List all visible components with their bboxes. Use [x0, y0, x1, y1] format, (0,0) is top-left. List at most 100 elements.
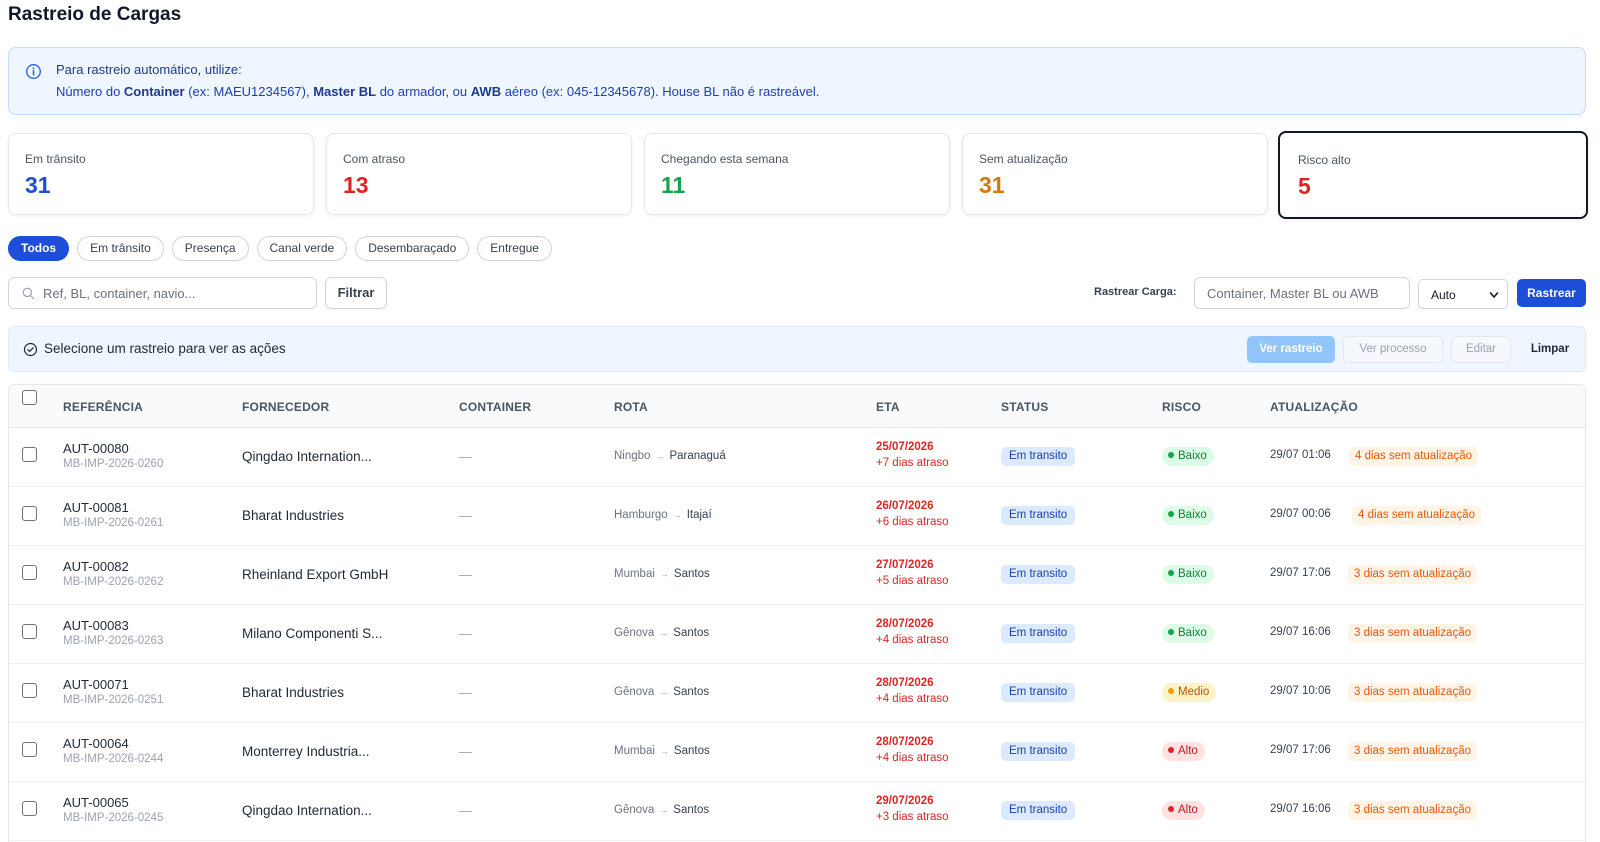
edit-button[interactable]: Editar	[1451, 336, 1511, 363]
selection-hint: Selecione um rastreio para ver as ações	[44, 341, 286, 356]
risk-badge: Medio	[1162, 683, 1217, 702]
master-bl: MB-IMP-2026-0261	[63, 517, 164, 529]
selection-action-bar: Selecione um rastreio para ver as ações …	[8, 326, 1586, 372]
row-checkbox[interactable]	[22, 624, 37, 639]
filter-chip-presence[interactable]: Presença	[171, 236, 249, 261]
table-row[interactable]: AUT-00064 MB-IMP-2026-0244 Monterrey Ind…	[9, 723, 1585, 782]
stat-value: 31	[25, 172, 51, 198]
view-process-button[interactable]: Ver processo	[1343, 336, 1443, 363]
route-destination: Itajaí	[686, 509, 712, 521]
status-badge: Em transito	[1001, 447, 1076, 466]
search-icon	[22, 287, 35, 300]
eta-date: 28/07/2026	[876, 618, 934, 630]
track-cargo-input[interactable]	[1194, 277, 1410, 309]
table-header: REFERÊNCIA FORNECEDOR CONTAINER ROTA ETA…	[9, 385, 1585, 428]
route-destination: Paranaguá	[669, 450, 726, 462]
eta-delay: +3 dias atraso	[876, 811, 949, 823]
container: —	[459, 626, 472, 641]
page-title: Rastreio de Cargas	[8, 4, 182, 25]
row-checkbox[interactable]	[22, 742, 37, 757]
risk-badge: Alto	[1162, 742, 1205, 761]
stale-badge: 4 dias sem atualização	[1352, 506, 1481, 525]
check-circle-icon	[23, 342, 38, 357]
stale-badge: 3 dias sem atualização	[1348, 801, 1477, 820]
master-bl: MB-IMP-2026-0251	[63, 694, 164, 706]
stat-value: 13	[343, 172, 369, 198]
status-filter-chips: Todos Em trânsito Presença Canal verde D…	[8, 236, 552, 261]
table-row[interactable]: AUT-00065 MB-IMP-2026-0245 Qingdao Inter…	[9, 782, 1585, 841]
row-checkbox[interactable]	[22, 683, 37, 698]
eta-date: 28/07/2026	[876, 736, 934, 748]
master-bl: MB-IMP-2026-0262	[63, 576, 164, 588]
reference: AUT-00080	[63, 441, 129, 456]
container: —	[459, 744, 472, 759]
route-origin: Ningbo	[614, 450, 651, 462]
eta-delay: +4 dias atraso	[876, 752, 949, 764]
eta-delay: +7 dias atraso	[876, 457, 949, 469]
route-origin: Mumbai	[614, 745, 655, 757]
stat-label: Sem atualização	[979, 152, 1068, 166]
route-destination: Santos	[673, 686, 710, 698]
row-checkbox[interactable]	[22, 565, 37, 580]
route-origin: Gênova	[614, 686, 655, 698]
eta-date: 27/07/2026	[876, 559, 934, 571]
column-header-updated[interactable]: ATUALIZAÇÃO	[1270, 400, 1358, 414]
filter-chip-in-transit[interactable]: Em trânsito	[77, 236, 164, 261]
last-update: 29/07 16:06	[1270, 803, 1331, 815]
stat-value: 31	[979, 172, 1005, 198]
column-header-container[interactable]: CONTAINER	[459, 400, 531, 414]
search-input[interactable]	[43, 278, 311, 308]
column-header-status[interactable]: STATUS	[1001, 400, 1048, 414]
track-button[interactable]: Rastrear	[1517, 279, 1586, 307]
stat-card-in-transit[interactable]: Em trânsito 31	[8, 133, 314, 215]
stale-badge: 3 dias sem atualização	[1348, 565, 1477, 584]
column-header-eta[interactable]: ETA	[876, 400, 900, 414]
column-header-supplier[interactable]: FORNECEDOR	[242, 400, 329, 414]
stat-card-arriving-this-week[interactable]: Chegando esta semana 11	[644, 133, 950, 215]
master-bl: MB-IMP-2026-0245	[63, 812, 164, 824]
filter-button[interactable]: Filtrar	[325, 277, 387, 309]
status-badge: Em transito	[1001, 624, 1076, 643]
eta-date: 26/07/2026	[876, 500, 934, 512]
stat-card-delayed[interactable]: Com atraso 13	[326, 133, 632, 215]
row-checkbox[interactable]	[22, 506, 37, 521]
stat-card-no-update[interactable]: Sem atualização 31	[962, 133, 1268, 215]
filter-chip-green-channel[interactable]: Canal verde	[256, 236, 348, 261]
last-update: 29/07 17:06	[1270, 744, 1331, 756]
column-header-reference[interactable]: REFERÊNCIA	[63, 400, 143, 414]
filter-chip-cleared[interactable]: Desembaraçado	[355, 236, 470, 261]
stat-label: Chegando esta semana	[661, 152, 789, 166]
reference: AUT-00082	[63, 559, 129, 574]
status-badge: Em transito	[1001, 565, 1076, 584]
reference: AUT-00081	[63, 500, 129, 515]
stale-badge: 3 dias sem atualização	[1348, 742, 1477, 761]
row-checkbox[interactable]	[22, 447, 37, 462]
column-header-risk[interactable]: RISCO	[1162, 400, 1201, 414]
clear-button[interactable]: Limpar	[1517, 336, 1583, 363]
reference: AUT-00083	[63, 618, 129, 633]
table-row[interactable]: AUT-00080 MB-IMP-2026-0260 Qingdao Inter…	[9, 428, 1585, 487]
track-mode-select[interactable]: Auto	[1418, 279, 1508, 309]
risk-badge: Baixo	[1162, 506, 1214, 525]
risk-dot-icon	[1168, 511, 1174, 517]
stat-card-high-risk[interactable]: Risco alto 5	[1278, 131, 1588, 219]
table-row[interactable]: AUT-00081 MB-IMP-2026-0261 Bharat Indust…	[9, 487, 1585, 546]
filter-chip-all[interactable]: Todos	[8, 236, 70, 261]
route: Ningbo → Paranaguá	[614, 450, 726, 462]
select-all-checkbox[interactable]	[22, 390, 37, 405]
supplier: Bharat Industries	[242, 685, 345, 700]
table-row[interactable]: AUT-00083 MB-IMP-2026-0263 Milano Compon…	[9, 605, 1585, 664]
eta-date: 29/07/2026	[876, 795, 934, 807]
view-tracking-button[interactable]: Ver rastreio	[1247, 336, 1335, 363]
route: Gênova → Santos	[614, 804, 709, 816]
table-row[interactable]: AUT-00082 MB-IMP-2026-0262 Rheinland Exp…	[9, 546, 1585, 605]
route-origin: Gênova	[614, 804, 655, 816]
reference: AUT-00065	[63, 795, 129, 810]
route-origin: Mumbai	[614, 568, 655, 580]
route: Gênova → Santos	[614, 686, 709, 698]
row-checkbox[interactable]	[22, 801, 37, 816]
filter-chip-delivered[interactable]: Entregue	[477, 236, 552, 261]
risk-dot-icon	[1168, 806, 1174, 812]
table-row[interactable]: AUT-00071 MB-IMP-2026-0251 Bharat Indust…	[9, 664, 1585, 723]
column-header-route[interactable]: ROTA	[614, 400, 648, 414]
